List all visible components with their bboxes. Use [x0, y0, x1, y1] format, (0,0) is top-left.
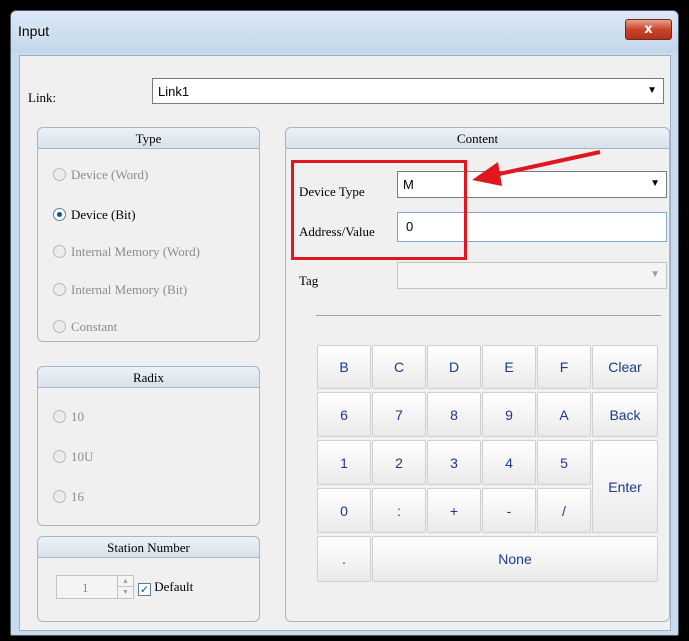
key-3[interactable]: 3: [427, 440, 481, 485]
chevron-down-icon: ▼: [647, 85, 657, 96]
station-number-value: 1: [82, 580, 89, 595]
radio-icon: [53, 490, 66, 503]
key-f[interactable]: F: [537, 345, 591, 389]
divider: [316, 315, 661, 316]
radio-icon: [53, 283, 66, 296]
input-dialog: Input x Link: Link1 ▼ Type Device (Word)…: [10, 10, 679, 636]
key-4[interactable]: 4: [482, 440, 536, 485]
window-title: Input: [18, 23, 50, 39]
radio-constant[interactable]: Constant: [53, 319, 117, 335]
key-minus[interactable]: -: [482, 488, 536, 533]
type-group-title: Type: [37, 127, 260, 149]
radix-group: Radix 10 10U 16: [37, 366, 260, 526]
chevron-down-icon: ▼: [650, 178, 660, 189]
link-select[interactable]: Link1 ▼: [152, 78, 664, 104]
radio-device-bit[interactable]: Device (Bit): [53, 207, 136, 223]
radio-label: Constant: [71, 319, 118, 334]
enter-button[interactable]: Enter: [592, 440, 658, 533]
radio-label: 10: [71, 409, 84, 424]
radio-radix-16[interactable]: 16: [53, 489, 84, 505]
clear-button[interactable]: Clear: [592, 345, 658, 389]
station-number-group: Station Number 1 ▲ ▼ ✓ Default: [37, 536, 260, 622]
key-1[interactable]: 1: [317, 440, 371, 485]
type-group: Type Device (Word) Device (Bit) Internal…: [37, 127, 260, 342]
key-9[interactable]: 9: [482, 392, 536, 437]
key-6[interactable]: 6: [317, 392, 371, 437]
radio-label: 10U: [71, 449, 94, 464]
close-button[interactable]: x: [625, 19, 672, 40]
key-2[interactable]: 2: [372, 440, 426, 485]
key-colon[interactable]: :: [372, 488, 426, 533]
none-button[interactable]: None: [372, 536, 658, 582]
radio-internal-memory-bit[interactable]: Internal Memory (Bit): [53, 282, 187, 298]
key-7[interactable]: 7: [372, 392, 426, 437]
key-dot[interactable]: .: [317, 536, 371, 582]
station-number-title: Station Number: [37, 536, 260, 558]
radio-label: Internal Memory (Bit): [71, 282, 188, 297]
spin-down-icon[interactable]: ▼: [117, 587, 133, 598]
annotation-arrow-icon: [472, 150, 601, 186]
radio-device-word[interactable]: Device (Word): [53, 167, 148, 183]
key-slash[interactable]: /: [537, 488, 591, 533]
key-plus[interactable]: +: [427, 488, 481, 533]
dialog-body: Link: Link1 ▼ Type Device (Word) Device …: [19, 55, 671, 631]
check-icon: ✓: [138, 583, 151, 596]
key-c[interactable]: C: [372, 345, 426, 389]
default-checkbox[interactable]: ✓ Default: [138, 579, 193, 596]
radio-icon: [53, 320, 66, 333]
title-bar[interactable]: Input x: [11, 11, 678, 53]
radix-group-title: Radix: [37, 366, 260, 388]
station-number-spinner[interactable]: 1 ▲ ▼: [56, 575, 134, 599]
radio-icon: [53, 410, 66, 423]
close-icon: x: [644, 22, 653, 37]
key-0[interactable]: 0: [317, 488, 371, 533]
chevron-down-icon: ▼: [650, 269, 660, 280]
radio-radix-10u[interactable]: 10U: [53, 449, 93, 465]
tag-select[interactable]: ▼: [397, 262, 667, 289]
radio-label: Device (Word): [71, 167, 149, 182]
radio-label: Internal Memory (Word): [71, 244, 200, 259]
radio-label: Device (Bit): [71, 207, 136, 222]
tag-label: Tag: [299, 273, 319, 288]
spin-up-icon[interactable]: ▲: [117, 576, 133, 587]
key-d[interactable]: D: [427, 345, 481, 389]
radio-label: 16: [71, 489, 84, 504]
key-5[interactable]: 5: [537, 440, 591, 485]
radio-checked-icon: [53, 208, 66, 221]
radio-icon: [53, 168, 66, 181]
key-8[interactable]: 8: [427, 392, 481, 437]
link-select-value: Link1: [158, 84, 190, 99]
back-button[interactable]: Back: [592, 392, 658, 437]
radio-internal-memory-word[interactable]: Internal Memory (Word): [53, 244, 200, 260]
key-b[interactable]: B: [317, 345, 371, 389]
key-a[interactable]: A: [537, 392, 591, 437]
highlight-box: [291, 160, 467, 260]
radio-icon: [53, 450, 66, 463]
radio-icon: [53, 245, 66, 258]
key-e[interactable]: E: [482, 345, 536, 389]
default-checkbox-label: Default: [154, 579, 194, 594]
link-label: Link:: [28, 90, 57, 105]
radio-radix-10[interactable]: 10: [53, 409, 84, 425]
